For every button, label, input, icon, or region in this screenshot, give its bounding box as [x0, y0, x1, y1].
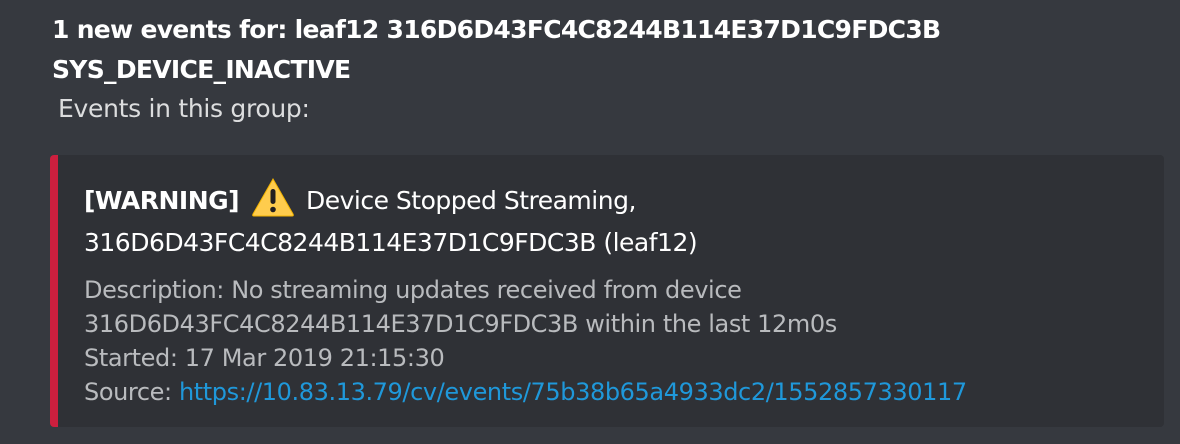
warning-icon: [251, 177, 295, 217]
embed-title-line-2: 316D6D43FC4C8244B114E37D1C9FDC3B (leaf12…: [84, 228, 698, 257]
started-row: Started: 17 Mar 2019 21:15:30: [84, 341, 1144, 375]
started-value: 17 Mar 2019 21:15:30: [184, 344, 445, 372]
source-label: Source:: [84, 378, 179, 406]
source-link[interactable]: https://10.83.13.79/cv/events/75b38b65a4…: [179, 378, 967, 406]
description-line-2: 316D6D43FC4C8244B114E37D1C9FDC3B within …: [84, 310, 837, 338]
event-embed: [WARNING] Device Stopped Streaming, 316D…: [50, 155, 1164, 427]
chat-message: 1 new events for: leaf12 316D6D43FC4C824…: [52, 10, 1164, 128]
started-label: Started:: [84, 344, 185, 372]
source-row: Source: https://10.83.13.79/cv/events/75…: [84, 375, 1144, 409]
embed-title: [WARNING] Device Stopped Streaming, 316D…: [84, 177, 1144, 264]
message-title-line-1: 1 new events for: leaf12 316D6D43FC4C824…: [52, 15, 941, 44]
embed-description: Description: No streaming updates receiv…: [84, 273, 1144, 409]
embed-title-text: Device Stopped Streaming,: [305, 186, 636, 215]
message-title-line-2: SYS_DEVICE_INACTIVE: [52, 55, 351, 84]
description-line-1: Description: No streaming updates receiv…: [84, 276, 742, 304]
severity-tag: [WARNING]: [84, 186, 240, 215]
message-subtitle: Events in this group:: [58, 94, 310, 123]
